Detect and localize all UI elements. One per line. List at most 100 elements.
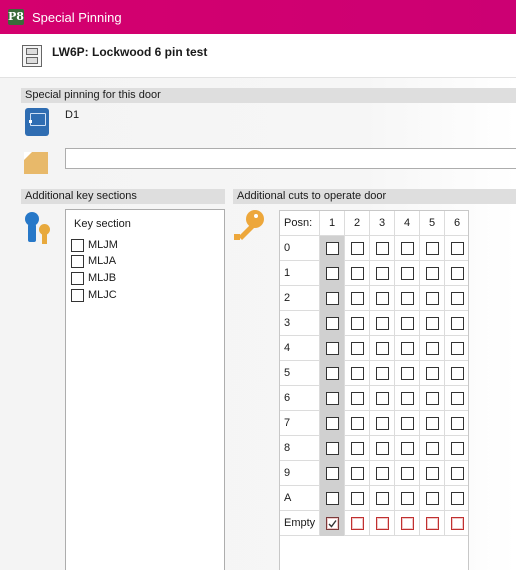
cut-cell bbox=[394, 411, 419, 436]
cut-row: A bbox=[280, 486, 468, 511]
cut-checkbox[interactable] bbox=[326, 367, 339, 380]
cut-checkbox[interactable] bbox=[376, 242, 389, 255]
cut-checkbox[interactable] bbox=[426, 342, 439, 355]
section-key-sections: Additional key sections bbox=[21, 189, 225, 204]
cut-checkbox[interactable] bbox=[376, 342, 389, 355]
key-section-item[interactable]: MLJB bbox=[71, 270, 116, 286]
cut-checkbox[interactable] bbox=[351, 467, 364, 480]
cut-checkbox[interactable] bbox=[376, 292, 389, 305]
cut-checkbox[interactable] bbox=[326, 517, 339, 530]
cut-checkbox[interactable] bbox=[326, 267, 339, 280]
cut-checkbox[interactable] bbox=[451, 367, 464, 380]
cut-cell bbox=[394, 286, 419, 311]
cut-checkbox[interactable] bbox=[426, 517, 439, 530]
cut-cell bbox=[444, 461, 469, 486]
cut-checkbox[interactable] bbox=[451, 342, 464, 355]
cut-checkbox[interactable] bbox=[351, 517, 364, 530]
cut-checkbox[interactable] bbox=[426, 317, 439, 330]
cut-cell bbox=[319, 336, 344, 361]
cut-checkbox[interactable] bbox=[326, 417, 339, 430]
cut-checkbox[interactable] bbox=[451, 242, 464, 255]
cut-checkbox[interactable] bbox=[451, 392, 464, 405]
cut-cell bbox=[369, 486, 394, 511]
cut-checkbox[interactable] bbox=[326, 467, 339, 480]
cut-cell bbox=[444, 411, 469, 436]
cut-checkbox[interactable] bbox=[376, 467, 389, 480]
cut-checkbox[interactable] bbox=[376, 392, 389, 405]
key-section-item[interactable]: MLJM bbox=[71, 237, 118, 253]
cut-checkbox[interactable] bbox=[376, 417, 389, 430]
cut-checkbox[interactable] bbox=[326, 342, 339, 355]
cut-cell bbox=[319, 286, 344, 311]
cut-checkbox[interactable] bbox=[401, 317, 414, 330]
cut-checkbox[interactable] bbox=[426, 442, 439, 455]
cut-row-label: 4 bbox=[284, 342, 291, 354]
cut-checkbox[interactable] bbox=[426, 242, 439, 255]
cut-checkbox[interactable] bbox=[426, 392, 439, 405]
cut-checkbox[interactable] bbox=[401, 342, 414, 355]
note-icon bbox=[24, 152, 48, 174]
cut-checkbox[interactable] bbox=[326, 392, 339, 405]
cut-checkbox[interactable] bbox=[401, 517, 414, 530]
cut-checkbox[interactable] bbox=[401, 292, 414, 305]
cut-checkbox[interactable] bbox=[451, 317, 464, 330]
cut-checkbox[interactable] bbox=[401, 492, 414, 505]
key-section-checkbox[interactable] bbox=[71, 271, 84, 285]
checkmark-icon bbox=[328, 520, 337, 528]
cut-checkbox[interactable] bbox=[401, 467, 414, 480]
cut-checkbox[interactable] bbox=[326, 242, 339, 255]
cut-checkbox[interactable] bbox=[426, 292, 439, 305]
cut-checkbox[interactable] bbox=[351, 242, 364, 255]
cut-checkbox[interactable] bbox=[426, 467, 439, 480]
cut-checkbox[interactable] bbox=[351, 367, 364, 380]
cut-checkbox[interactable] bbox=[401, 417, 414, 430]
cut-checkbox[interactable] bbox=[376, 317, 389, 330]
cut-checkbox[interactable] bbox=[451, 517, 464, 530]
cut-checkbox[interactable] bbox=[426, 267, 439, 280]
cut-checkbox[interactable] bbox=[351, 392, 364, 405]
key-section-item[interactable]: MLJC bbox=[71, 287, 117, 303]
cut-checkbox[interactable] bbox=[401, 367, 414, 380]
cut-checkbox[interactable] bbox=[401, 392, 414, 405]
cut-checkbox[interactable] bbox=[451, 467, 464, 480]
cut-checkbox[interactable] bbox=[326, 292, 339, 305]
key-section-checkbox[interactable] bbox=[71, 254, 84, 268]
cut-checkbox[interactable] bbox=[351, 442, 364, 455]
cut-checkbox[interactable] bbox=[351, 492, 364, 505]
cut-checkbox[interactable] bbox=[426, 367, 439, 380]
key-section-item[interactable]: MLJA bbox=[71, 253, 116, 269]
cut-checkbox[interactable] bbox=[326, 317, 339, 330]
cut-checkbox[interactable] bbox=[451, 417, 464, 430]
cut-cell bbox=[444, 511, 469, 536]
cut-checkbox[interactable] bbox=[451, 442, 464, 455]
cut-checkbox[interactable] bbox=[401, 442, 414, 455]
cut-checkbox[interactable] bbox=[451, 267, 464, 280]
cut-checkbox[interactable] bbox=[451, 292, 464, 305]
cut-checkbox[interactable] bbox=[351, 292, 364, 305]
cut-checkbox[interactable] bbox=[376, 492, 389, 505]
cut-checkbox[interactable] bbox=[401, 267, 414, 280]
cut-checkbox[interactable] bbox=[376, 367, 389, 380]
key-section-checkbox[interactable] bbox=[71, 238, 84, 252]
cut-checkbox[interactable] bbox=[426, 492, 439, 505]
cut-checkbox[interactable] bbox=[376, 267, 389, 280]
cuts-header-row: Posn: 1 2 3 4 5 6 bbox=[280, 211, 468, 236]
cuts-grid: Posn: 1 2 3 4 5 6 0 1 2 3 4 5 6 7 8 9 A Empty bbox=[279, 210, 469, 570]
cut-checkbox[interactable] bbox=[376, 442, 389, 455]
cut-checkbox[interactable] bbox=[351, 317, 364, 330]
section-additional-cuts: Additional cuts to operate door bbox=[233, 189, 516, 204]
cut-checkbox[interactable] bbox=[376, 517, 389, 530]
cut-checkbox[interactable] bbox=[426, 417, 439, 430]
cut-checkbox[interactable] bbox=[351, 417, 364, 430]
cut-checkbox[interactable] bbox=[326, 492, 339, 505]
title-bar[interactable]: P8 Special Pinning bbox=[0, 0, 516, 34]
cut-cell bbox=[369, 461, 394, 486]
cut-checkbox[interactable] bbox=[401, 242, 414, 255]
pinning-note-input[interactable] bbox=[65, 148, 516, 169]
cut-row-label: 1 bbox=[284, 267, 291, 279]
cut-checkbox[interactable] bbox=[326, 442, 339, 455]
cut-checkbox[interactable] bbox=[451, 492, 464, 505]
cut-checkbox[interactable] bbox=[351, 342, 364, 355]
key-section-checkbox[interactable] bbox=[71, 288, 84, 302]
cut-checkbox[interactable] bbox=[351, 267, 364, 280]
